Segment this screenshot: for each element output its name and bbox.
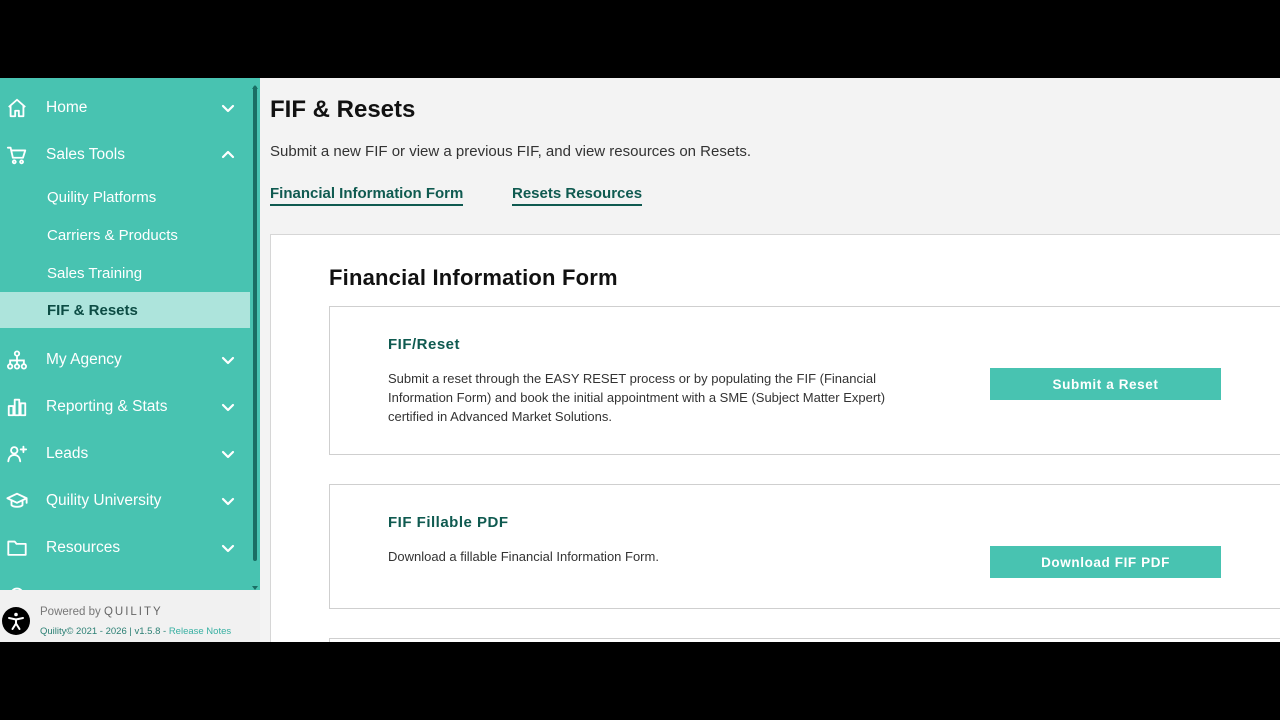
scroll-down-arrow-icon[interactable] (250, 580, 260, 590)
powered-by: Powered by QUILITY (40, 606, 163, 618)
quility-brand: QUILITY (103, 606, 163, 618)
fif-card: Financial Information Form FIF/Reset Sub… (270, 234, 1280, 642)
cart-icon (6, 144, 30, 166)
powered-by-prefix: Powered by (40, 606, 101, 618)
sidebar-subitem-label: Carriers & Products (47, 227, 178, 244)
sidebar-item-label: Leads (46, 445, 89, 462)
accessibility-icon[interactable] (2, 607, 30, 635)
home-icon (6, 97, 30, 119)
block-description: Download a fillable Financial Informatio… (388, 549, 659, 564)
sidebar-item-my-agency[interactable]: My Agency (0, 337, 250, 383)
sidebar-subitem-sales-training[interactable]: Sales Training (0, 255, 250, 291)
app-screen: Home Sales Tools Quility Platforms Carri… (0, 78, 1280, 642)
card-title: Financial Information Form (329, 265, 618, 290)
org-chart-icon (6, 349, 30, 371)
chevron-down-icon[interactable] (220, 540, 236, 556)
chevron-down-icon[interactable] (220, 352, 236, 368)
fif-reset-block: FIF/Reset Submit a reset through the EAS… (329, 306, 1280, 455)
submit-reset-button[interactable]: Submit a Reset (990, 368, 1221, 400)
sidebar-item-label: My Agency (46, 351, 122, 368)
chevron-down-icon[interactable] (220, 446, 236, 462)
sidebar-item-sales-tools[interactable]: Sales Tools (0, 132, 250, 178)
sidebar: Home Sales Tools Quility Platforms Carri… (0, 78, 260, 642)
sidebar-subitem-fif-resets[interactable]: FIF & Resets (0, 292, 250, 328)
sidebar-subitem-quility-platforms[interactable]: Quility Platforms (0, 179, 250, 215)
tab-financial-information-form[interactable]: Financial Information Form (270, 185, 464, 206)
sidebar-item-reporting-stats[interactable]: Reporting & Stats (0, 384, 250, 430)
block-heading: FIF Fillable PDF (388, 514, 509, 531)
copyright-text: Quility© 2021 - 2026 | v1.5.8 - (40, 626, 169, 637)
sidebar-item-label: Home (46, 99, 88, 116)
graduation-cap-icon (6, 490, 30, 512)
copyright-line: Quility© 2021 - 2026 | v1.5.8 - Release … (40, 626, 231, 637)
sidebar-nav: Home Sales Tools Quility Platforms Carri… (0, 78, 250, 590)
chevron-down-icon[interactable] (220, 493, 236, 509)
sidebar-subitem-label: FIF & Resets (47, 302, 138, 319)
chevron-down-icon[interactable] (220, 399, 236, 415)
sidebar-item-label: Reporting & Stats (46, 398, 168, 415)
sidebar-item-label: Resources (46, 539, 121, 556)
fif-fillable-pdf-block: FIF Fillable PDF Download a fillable Fin… (329, 484, 1280, 609)
download-fif-pdf-button[interactable]: Download FIF PDF (990, 546, 1221, 578)
sidebar-item-quility-university[interactable]: Quility University (0, 478, 250, 524)
sidebar-footer: Powered by QUILITY Quility© 2021 - 2026 … (0, 590, 260, 642)
tab-resets-resources[interactable]: Resets Resources (512, 185, 643, 206)
chevron-down-icon[interactable] (220, 100, 236, 116)
sidebar-item-resources[interactable]: Resources (0, 525, 250, 571)
block-description: Submit a reset through the EASY RESET pr… (388, 371, 886, 424)
page-subtitle: Submit a new FIF or view a previous FIF,… (270, 143, 752, 160)
sidebar-subitem-carriers-products[interactable]: Carriers & Products (0, 217, 250, 253)
leads-icon (6, 443, 30, 465)
sidebar-subitem-label: Quility Platforms (47, 189, 157, 206)
next-block-partial (329, 638, 1280, 642)
sidebar-item-label: Quility University (46, 492, 162, 509)
sidebar-item-label: Sales Tools (46, 146, 125, 163)
sidebar-item-home[interactable]: Home (0, 85, 250, 131)
page-title: FIF & Resets (270, 96, 416, 123)
sidebar-item-leads[interactable]: Leads (0, 431, 250, 477)
main-content: FIF & Resets Submit a new FIF or view a … (260, 78, 1280, 642)
scroll-up-arrow-icon[interactable] (250, 78, 260, 89)
sidebar-scrollbar-thumb[interactable] (253, 86, 257, 561)
release-notes-link[interactable]: Release Notes (169, 626, 231, 637)
folder-icon (6, 537, 30, 559)
block-heading: FIF/Reset (388, 336, 461, 353)
sidebar-subitem-label: Sales Training (47, 265, 143, 282)
sidebar-item-cut-off[interactable] (0, 572, 250, 590)
chevron-up-icon[interactable] (220, 147, 236, 163)
bar-chart-icon (6, 396, 30, 418)
